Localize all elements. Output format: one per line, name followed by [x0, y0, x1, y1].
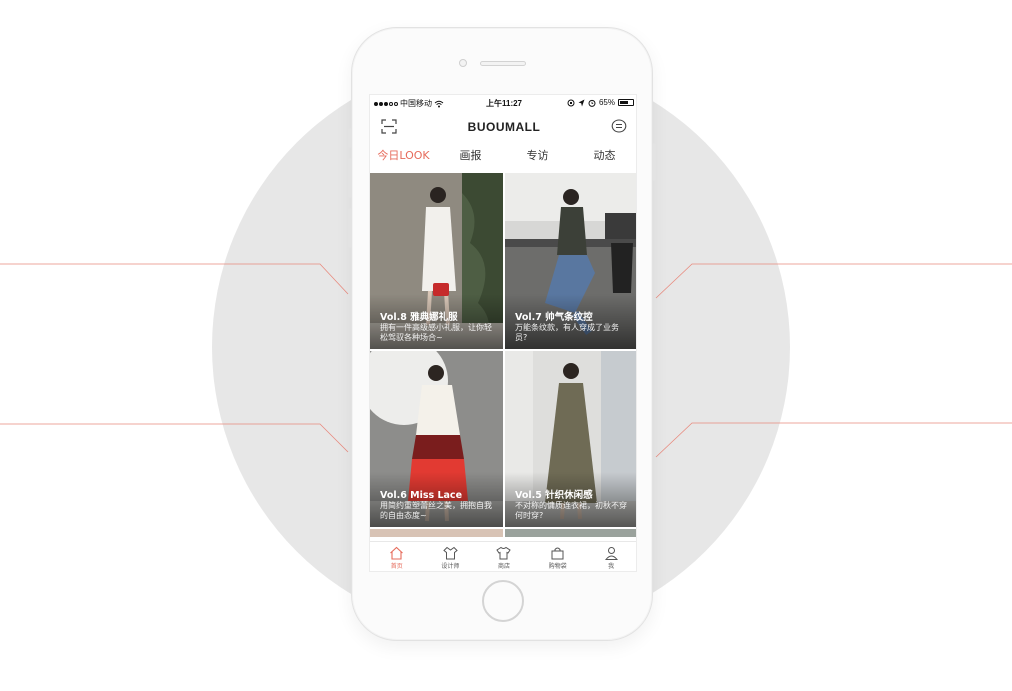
tabbar-home[interactable]: 首页 [370, 542, 424, 571]
tab-pictorial[interactable]: 画报 [437, 143, 504, 169]
tabbar-label: 首页 [390, 563, 403, 570]
tabbar-bag[interactable]: 购物袋 [531, 542, 585, 571]
location-arrow-icon [578, 99, 585, 106]
power-button [652, 143, 656, 181]
look-title: Vol.7 帅气条纹控 [515, 312, 593, 323]
look-card-partial[interactable] [370, 529, 503, 537]
message-icon[interactable] [611, 119, 627, 134]
look-title: Vol.5 针织休闲感 [515, 490, 593, 501]
tab-today-look[interactable]: 今日LOOK [370, 143, 437, 169]
status-bar: 中国移动 上午11:27 65% [370, 95, 636, 111]
tabbar-label: 商店 [497, 563, 510, 570]
shopping-bag-icon [551, 547, 564, 560]
tab-news[interactable]: 动态 [571, 143, 636, 169]
look-grid: Vol.8 雅典娜礼服 拥有一件高级感小礼服，让你轻松驾驭各种场合~ Vol.7… [370, 173, 636, 537]
tabbar-designer[interactable]: 设计师 [424, 542, 478, 571]
mute-switch [348, 208, 352, 248]
phone-frame: 中国移动 上午11:27 65% BUOUMALL 今日LOOK 画报 专访 动… [348, 27, 656, 641]
battery-percent: 65% [598, 98, 615, 107]
look-card[interactable]: Vol.6 Miss Lace 用简约重塑蕾丝之美，拥抱自我的自由态度~ [370, 351, 503, 527]
look-card[interactable]: Vol.5 针织休闲感 不对称的慵质连衣裙，初秋不穿何时穿? [505, 351, 636, 527]
tabbar-label: 购物袋 [548, 563, 567, 570]
tabbar-label: 设计师 [441, 563, 460, 570]
earpiece-speaker [480, 61, 526, 66]
volume-down-button [348, 158, 352, 198]
profile-icon [604, 547, 618, 560]
shop-tshirt-icon [496, 546, 512, 560]
tab-interview[interactable]: 专访 [504, 143, 571, 169]
look-description: 用简约重塑蕾丝之美，拥抱自我的自由态度~ [380, 501, 492, 520]
nav-bar: BUOUMALL [370, 111, 636, 141]
battery-icon [618, 99, 634, 106]
look-description: 不对称的慵质连衣裙，初秋不穿何时穿? [515, 501, 627, 520]
look-card[interactable]: Vol.8 雅典娜礼服 拥有一件高级感小礼服，让你轻松驾驭各种场合~ [370, 173, 503, 349]
look-description: 万能条纹款，有人穿成了业务员? [515, 323, 619, 342]
category-tabs: 今日LOOK 画报 专访 动态 [370, 143, 636, 169]
bottom-tab-bar: 首页 设计师 商店 购物袋 我 [370, 541, 636, 571]
look-title: Vol.6 Miss Lace [380, 490, 463, 501]
tabbar-me[interactable]: 我 [584, 542, 636, 571]
tabbar-shop[interactable]: 商店 [477, 542, 531, 571]
rotation-lock-icon [567, 99, 575, 106]
designer-shirt-icon [443, 546, 458, 560]
home-icon [390, 546, 404, 560]
alarm-icon [588, 99, 596, 107]
look-card[interactable]: Vol.7 帅气条纹控 万能条纹款，有人穿成了业务员? [505, 173, 636, 349]
look-title: Vol.8 雅典娜礼服 [380, 312, 458, 323]
app-screen: 中国移动 上午11:27 65% BUOUMALL 今日LOOK 画报 专访 动… [369, 94, 637, 572]
front-camera [459, 59, 467, 67]
brand-title: BUOUMALL [467, 120, 541, 134]
tabbar-label: 我 [608, 563, 615, 570]
volume-up-button [348, 128, 352, 148]
look-card-partial[interactable] [505, 529, 636, 537]
look-description: 拥有一件高级感小礼服，让你轻松驾驭各种场合~ [380, 323, 492, 342]
home-button[interactable] [482, 580, 524, 622]
